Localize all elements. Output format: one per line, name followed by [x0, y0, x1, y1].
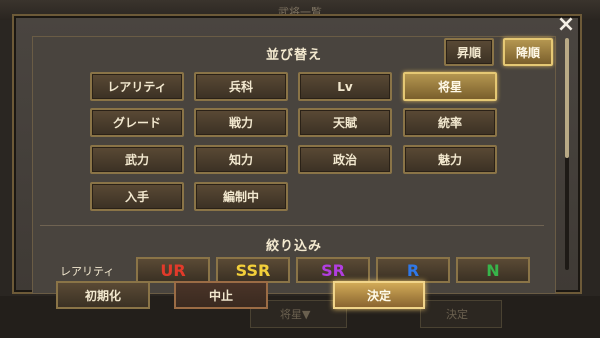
- confirm-button[interactable]: 決定: [333, 281, 425, 309]
- cancel-button[interactable]: 中止: [174, 281, 268, 309]
- section-divider: [40, 225, 544, 226]
- filter-rarity-ssr[interactable]: SSR: [216, 257, 290, 283]
- background-sort-label: 将星▼: [280, 308, 311, 321]
- reset-button[interactable]: 初期化: [56, 281, 150, 309]
- sort-talent[interactable]: 天賦: [298, 108, 392, 137]
- close-icon[interactable]: ×: [555, 14, 577, 36]
- sort-level[interactable]: Lv: [298, 72, 392, 101]
- filter-rarity-ur[interactable]: UR: [136, 257, 210, 283]
- sort-intelligence[interactable]: 知力: [194, 145, 288, 174]
- sort-strength[interactable]: 武力: [90, 145, 184, 174]
- background-decide-label: 決定: [446, 308, 468, 321]
- sort-grade[interactable]: グレード: [90, 108, 184, 137]
- sort-obtained[interactable]: 入手: [90, 182, 184, 211]
- scrollbar-thumb[interactable]: [565, 38, 569, 158]
- sort-leadership[interactable]: 統率: [403, 108, 497, 137]
- filter-rarity-n[interactable]: N: [456, 257, 530, 283]
- sort-section-title: 並び替え: [265, 48, 322, 63]
- sort-rarity[interactable]: レアリティ: [90, 72, 184, 101]
- descending-button[interactable]: 降順: [503, 38, 553, 66]
- filter-rarity-sr[interactable]: SR: [296, 257, 370, 283]
- filter-section-title: 絞り込み: [265, 239, 322, 254]
- sort-unit-type[interactable]: 兵科: [194, 72, 288, 101]
- sort-in-formation[interactable]: 編制中: [194, 182, 288, 211]
- sort-power[interactable]: 戦力: [194, 108, 288, 137]
- filter-rarity-r[interactable]: R: [376, 257, 450, 283]
- ascending-button[interactable]: 昇順: [444, 38, 494, 66]
- rarity-filter-label: レアリティ: [60, 265, 115, 278]
- sort-charm[interactable]: 魅力: [403, 145, 497, 174]
- sort-politics[interactable]: 政治: [298, 145, 392, 174]
- sort-star[interactable]: 将星: [403, 72, 497, 101]
